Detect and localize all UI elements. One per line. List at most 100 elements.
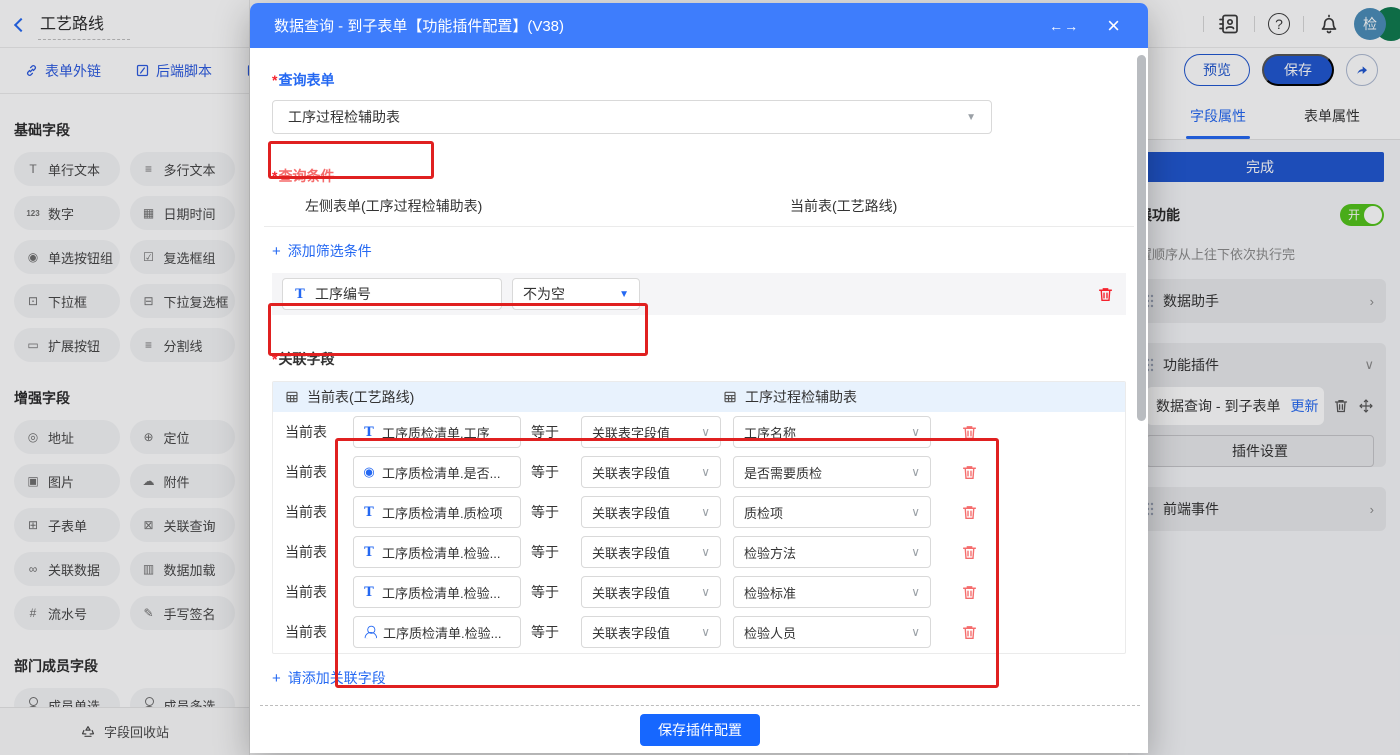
trash-icon [961,624,978,641]
condition-col-right: 当前表(工艺路线) [790,196,897,216]
assoc-row-delete-button[interactable] [961,584,978,601]
modal-footer: 保存插件配置 [260,705,1140,753]
query-form-select[interactable]: 工序过程检辅助表 ▼ [272,100,992,134]
expand-icon[interactable]: ←→ [1049,18,1079,34]
assoc-row: 当前表 T工序质检清单.质检项 等于 关联表字段值∨ 质检项∨ [273,492,1125,532]
condition-operator-select[interactable]: 不为空 ▼ [512,278,640,310]
assoc-fields-label: *关联字段 [272,349,1126,369]
trash-icon [961,424,978,441]
chevron-down-icon: ∨ [911,585,920,599]
trash-icon [1097,286,1114,303]
assoc-head-left: 当前表(工艺路线) [307,387,414,407]
modal-title: 数据查询 - 到子表单【功能插件配置】(V38) [274,15,1049,36]
row-current-table-label: 当前表 [285,502,353,522]
trash-icon [961,544,978,561]
row-current-table-label: 当前表 [285,422,353,442]
chevron-down-icon: ∨ [911,625,920,639]
assoc-left-field[interactable]: T工序质检清单.检验... [353,536,521,568]
plus-icon: + [272,670,281,687]
assoc-value-type-select[interactable]: 关联表字段值∨ [581,616,721,648]
assoc-value-type-select[interactable]: 关联表字段值∨ [581,576,721,608]
table-icon [723,390,737,404]
chevron-down-icon: ∨ [911,465,920,479]
row-current-table-label: 当前表 [285,582,353,602]
assoc-table-header: 当前表(工艺路线) 工序过程检辅助表 [273,382,1125,412]
row-current-table-label: 当前表 [285,462,353,482]
assoc-left-field[interactable]: ◉工序质检清单.是否... [353,456,521,488]
operator-label: 等于 [531,582,559,602]
assoc-row-delete-button[interactable] [961,624,978,641]
chevron-down-icon: ∨ [911,505,920,519]
assoc-right-field-select[interactable]: 检验标准∨ [733,576,931,608]
trash-icon [961,584,978,601]
required-asterisk: * [272,72,277,88]
chevron-down-icon: ∨ [701,505,710,519]
assoc-row: 当前表 T工序质检清单.检验... 等于 关联表字段值∨ 检验标准∨ [273,572,1125,612]
operator-label: 等于 [531,422,559,442]
trash-icon [961,464,978,481]
operator-label: 等于 [531,542,559,562]
assoc-row-delete-button[interactable] [961,544,978,561]
condition-row: T 工序编号 不为空 ▼ [272,273,1126,315]
chevron-down-icon: ∨ [701,585,710,599]
assoc-value-type-select[interactable]: 关联表字段值∨ [581,496,721,528]
text-type-icon: T [363,585,375,600]
assoc-row-delete-button[interactable] [961,504,978,521]
radio-type-icon: ◉ [363,464,375,480]
add-filter-link[interactable]: + 添加筛选条件 [272,241,372,261]
assoc-right-field-select[interactable]: 检验方法∨ [733,536,931,568]
assoc-row: 当前表 ◉工序质检清单.是否... 等于 关联表字段值∨ 是否需要质检∨ [273,452,1125,492]
chevron-down-icon: ∨ [911,545,920,559]
text-type-icon: T [363,425,375,440]
modal-body: *查询表单 工序过程检辅助表 ▼ *查询条件 左侧表单(工序过程检辅助表) 当前… [250,48,1148,708]
caret-down-icon: ▼ [619,289,629,300]
assoc-value-type-select[interactable]: 关联表字段值∨ [581,456,721,488]
assoc-right-field-select[interactable]: 检验人员∨ [733,616,931,648]
text-type-icon: T [363,505,375,520]
assoc-row: 当前表 工序质检清单.检验... 等于 关联表字段值∨ 检验人员∨ [273,612,1125,652]
query-form-value: 工序过程检辅助表 [288,107,400,127]
operator-label: 等于 [531,622,559,642]
chevron-down-icon: ∨ [701,625,710,639]
assoc-right-field-select[interactable]: 工序名称∨ [733,416,931,448]
modal-scrollbar-thumb[interactable] [1137,55,1146,421]
assoc-row: 当前表 T工序质检清单.工序 等于 关联表字段值∨ 工序名称∨ [273,412,1125,452]
divider [264,226,1134,227]
condition-field-input[interactable]: T 工序编号 [282,278,502,310]
text-type-icon: T [363,545,375,560]
required-asterisk: * [272,351,277,367]
chevron-down-icon: ∨ [701,545,710,559]
assoc-row: 当前表 T工序质检清单.检验... 等于 关联表字段值∨ 检验方法∨ [273,532,1125,572]
assoc-left-field[interactable]: T工序质检清单.检验... [353,576,521,608]
caret-down-icon: ▼ [966,112,976,123]
query-condition-label: *查询条件 [272,166,1126,186]
save-plugin-config-button[interactable]: 保存插件配置 [640,714,760,746]
table-icon [285,390,299,404]
assoc-value-type-select[interactable]: 关联表字段值∨ [581,416,721,448]
add-assoc-field-link[interactable]: + 请添加关联字段 [272,668,386,688]
condition-operator-value: 不为空 [523,284,565,304]
assoc-left-field[interactable]: T工序质检清单.工序 [353,416,521,448]
assoc-right-field-select[interactable]: 质检项∨ [733,496,931,528]
assoc-head-right: 工序过程检辅助表 [745,387,857,407]
row-current-table-label: 当前表 [285,542,353,562]
text-type-icon: T [294,287,306,302]
condition-column-headers: 左侧表单(工序过程检辅助表) 当前表(工艺路线) [272,196,1126,216]
assoc-row-delete-button[interactable] [961,464,978,481]
chevron-down-icon: ∨ [701,465,710,479]
close-icon[interactable]: × [1107,16,1120,36]
assoc-value-type-select[interactable]: 关联表字段值∨ [581,536,721,568]
operator-label: 等于 [531,462,559,482]
plus-icon: + [272,243,281,260]
assoc-row-delete-button[interactable] [961,424,978,441]
chevron-down-icon: ∨ [701,425,710,439]
assoc-left-field[interactable]: T工序质检清单.质检项 [353,496,521,528]
operator-label: 等于 [531,502,559,522]
assoc-right-field-select[interactable]: 是否需要质检∨ [733,456,931,488]
condition-field-value: 工序编号 [315,284,371,304]
condition-delete-button[interactable] [1097,286,1114,303]
modal-header: 数据查询 - 到子表单【功能插件配置】(V38) ←→ × [250,3,1148,48]
plugin-config-modal: 数据查询 - 到子表单【功能插件配置】(V38) ←→ × *查询表单 工序过程… [250,3,1148,753]
trash-icon [961,504,978,521]
assoc-left-field[interactable]: 工序质检清单.检验... [353,616,521,648]
